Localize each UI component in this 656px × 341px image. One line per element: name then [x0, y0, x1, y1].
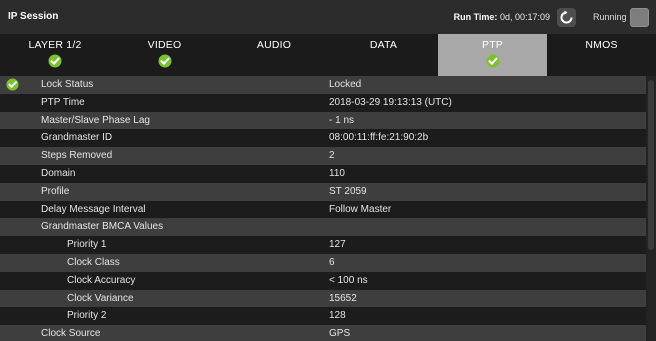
row-value: - 1 ns — [329, 114, 355, 126]
tab-data[interactable]: DATA — [329, 34, 438, 76]
tab-label: NMOS — [585, 39, 618, 51]
row-value: 128 — [329, 310, 346, 322]
row-label: Clock Class — [67, 256, 120, 268]
row-value: 15652 — [329, 292, 357, 304]
tab-label: AUDIO — [256, 39, 292, 51]
row-label: Grandmaster BMCA Values — [41, 221, 164, 233]
check-circle-icon — [6, 78, 19, 91]
row-label: Priority 2 — [67, 310, 107, 322]
check-circle-icon — [486, 54, 499, 68]
scrollbar-thumb[interactable] — [648, 80, 654, 250]
row-label: Clock Source — [41, 328, 101, 340]
table-row: Priority 1 127 — [0, 236, 646, 254]
table-row: Profile ST 2059 — [0, 182, 646, 201]
row-label: PTP Time — [41, 96, 85, 108]
table-row: Clock Class 6 — [0, 253, 646, 272]
check-circle-icon — [48, 54, 62, 68]
table-row: Clock Accuracy < 100 ns — [0, 271, 646, 290]
run-time-label: Run Time: — [453, 12, 498, 22]
ip-session-window: IP Session Run Time: 0d, 00:17:09 Runnin… — [0, 0, 656, 341]
row-label: Delay Message Interval — [41, 203, 146, 215]
tab-video[interactable]: VIDEO — [110, 34, 219, 76]
tab-bar: LAYER 1/2 VIDEO AUDIO DATA PTP NMOS — [0, 34, 656, 76]
tab-label: DATA — [369, 39, 398, 51]
tab-nmos[interactable]: NMOS — [547, 34, 656, 76]
check-circle-icon — [158, 54, 171, 68]
row-label: Grandmaster ID — [41, 132, 113, 144]
ptp-status-table: Lock Status Locked PTP Time 2018-03-29 19:1… — [0, 76, 646, 341]
stop-session-button[interactable] — [630, 8, 649, 27]
table-row: Steps Removed 2 — [0, 147, 646, 165]
table-row: Grandmaster BMCA Values — [0, 218, 646, 237]
table-row: Lock Status Locked — [0, 76, 646, 94]
row-value: GPS — [329, 328, 351, 340]
row-label: Lock Status — [41, 79, 94, 90]
row-label: Clock Accuracy — [67, 274, 136, 286]
table-row: Clock Source GPS — [0, 325, 646, 341]
row-label: Priority 1 — [67, 239, 107, 251]
tab-label: VIDEO — [147, 39, 182, 51]
refresh-icon — [560, 10, 573, 24]
table-row: Grandmaster ID 08:00:11:ff:fe:21:90:2b — [0, 129, 646, 148]
tab-audio[interactable]: AUDIO — [219, 34, 329, 76]
row-value: < 100 ns — [329, 274, 368, 286]
row-value: 6 — [329, 256, 335, 268]
row-label: Clock Variance — [67, 292, 134, 304]
tab-layer-1-2[interactable]: LAYER 1/2 — [0, 34, 110, 76]
session-status: Running — [593, 12, 627, 22]
tab-label: PTP — [481, 39, 504, 51]
reset-run-time-button[interactable] — [557, 8, 576, 27]
run-time-value: 0d, 00:17:09 — [499, 12, 550, 22]
table-row: Domain 110 — [0, 164, 646, 183]
row-value: 127 — [329, 239, 346, 251]
row-label: Master/Slave Phase Lag — [41, 114, 150, 126]
table-row: PTP Time 2018-03-29 19:13:13 (UTC) — [0, 93, 646, 112]
table-row: Priority 2 128 — [0, 307, 646, 326]
row-value: 110 — [329, 167, 345, 179]
row-value: Follow Master — [329, 203, 392, 215]
row-label: Steps Removed — [41, 150, 113, 162]
tab-ptp[interactable]: PTP — [438, 34, 547, 76]
row-value: 08:00:11:ff:fe:21:90:2b — [329, 132, 429, 144]
row-value: Locked — [329, 79, 362, 90]
table-row: Clock Variance 15652 — [0, 289, 646, 308]
row-value: ST 2059 — [329, 185, 367, 197]
row-label: Domain — [41, 167, 76, 179]
table-row: Delay Message Interval Follow Master — [0, 200, 646, 219]
run-time: Run Time: 0d, 00:17:09 — [454, 12, 550, 22]
row-label: Profile — [41, 185, 70, 197]
window-title: IP Session — [8, 11, 59, 22]
tab-label: LAYER 1/2 — [28, 39, 82, 51]
title-bar: IP Session Run Time: 0d, 00:17:09 Runnin… — [0, 0, 656, 35]
table-row: Master/Slave Phase Lag - 1 ns — [0, 111, 646, 130]
row-value: 2 — [329, 150, 335, 162]
row-value: 2018-03-29 19:13:13 (UTC) — [329, 96, 452, 108]
